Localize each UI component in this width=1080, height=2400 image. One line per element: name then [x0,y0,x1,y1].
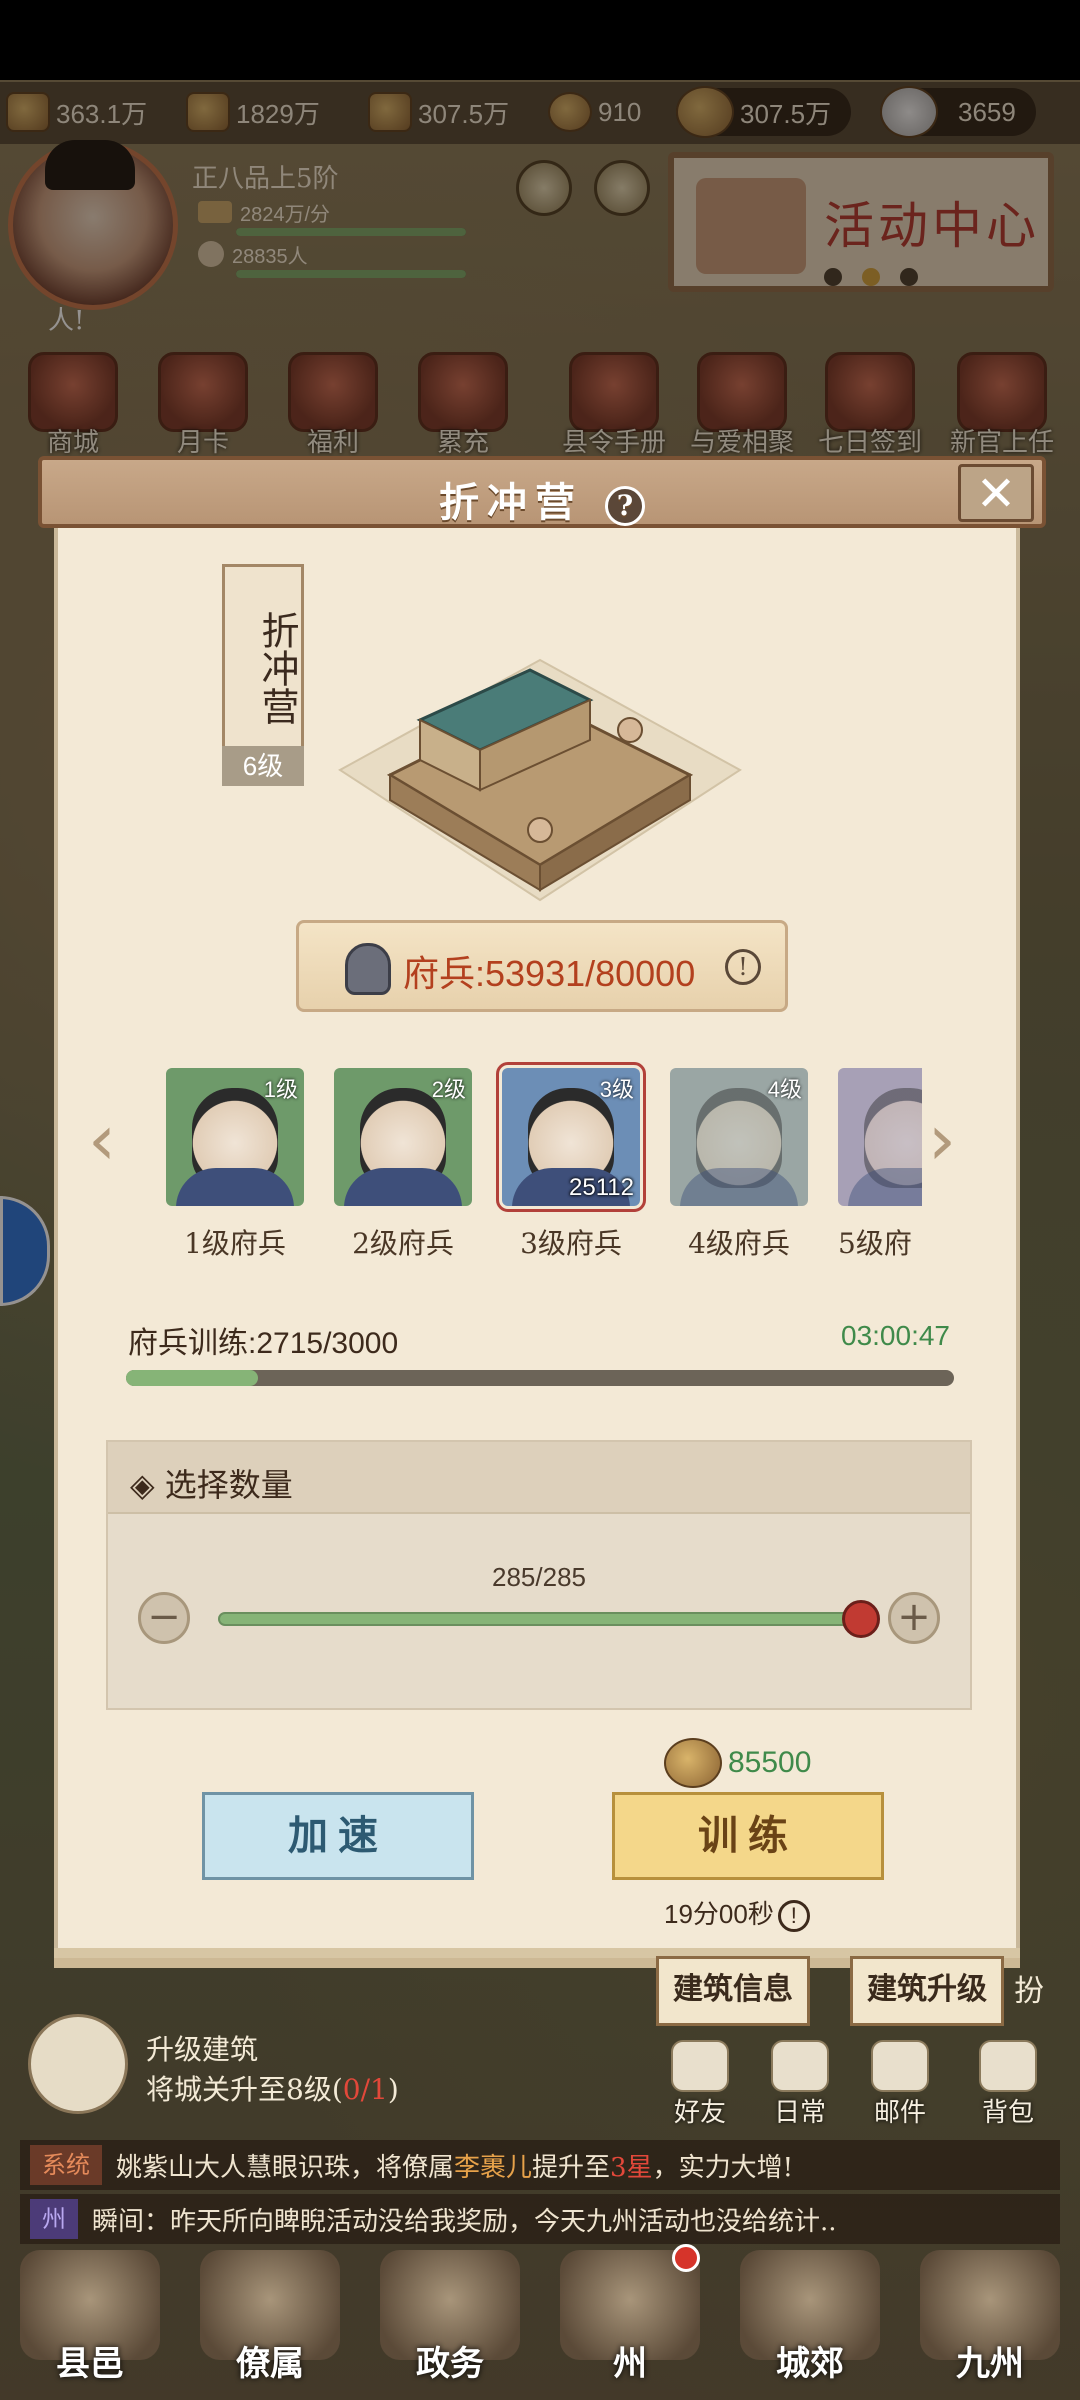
training-duration: 19分00秒! [664,1894,810,1932]
nav-nine-provinces[interactable]: 九州 [900,2250,1080,2400]
document-icon [28,2014,128,2114]
mail-button[interactable]: 邮件 [858,2040,942,2129]
barracks-building-image [338,658,742,902]
close-button[interactable]: ✕ [958,464,1034,522]
soldier-name: 1级府兵 [184,1227,286,1260]
nav-label: 城郊 [776,2344,844,2384]
train-button[interactable]: 训练 [612,1792,884,1880]
soldier-card-level-3[interactable]: 3级 25112 3级府兵 [496,1062,646,1262]
mini-icon-label: 日常 [773,2098,826,2128]
nav-label: 州 [613,2344,647,2384]
soldier-level-badge: 4级 [767,1077,802,1102]
task-title: 升级建筑 [146,2033,259,2066]
soldier-name: 4级府兵 [688,1227,790,1260]
plus-button[interactable]: + [888,1592,940,1644]
friends-button[interactable]: 好友 [658,2040,742,2129]
tab-building-upgrade[interactable]: 建筑升级 [850,1956,1004,2026]
partial-label: 扮 [1014,1974,1044,2009]
slider-handle[interactable] [842,1600,880,1638]
mail-icon [871,2040,929,2092]
nav-label: 九州 [956,2344,1024,2384]
quantity-panel: ◈ 选择数量 285/285 − + [106,1440,972,1710]
mini-icon-label: 好友 [673,2098,726,2128]
help-icon[interactable]: ? [604,486,645,526]
calendar-icon [771,2040,829,2092]
nav-label: 县邑 [56,2344,124,2384]
soldier-card-level-4[interactable]: 4级 4级府兵 [670,1068,808,1262]
building-name: 折冲营 [255,611,299,725]
soldier-name: 5级府 [838,1227,912,1260]
mini-icon-label: 背包 [981,2098,1034,2128]
quantity-value: 285/285 [492,1562,586,1592]
task-desc: 将城关升至8级(0/1) [146,2073,399,2106]
modal-title: 折冲营 ? [42,470,1042,528]
training-progress-bar [126,1370,954,1386]
chat-text: 瞬间：昨天所向睥睨活动没给我奖励，今天九州活动也没给统计.. [92,2206,837,2237]
bag-icon [979,2040,1037,2092]
chat-line-system[interactable]: 系统 姚紫山大人慧眼识珠，将僚属李裹儿提升至3星，实力大增! [20,2140,1060,2190]
bag-button[interactable]: 背包 [966,2040,1050,2129]
tab-building-info[interactable]: 建筑信息 [656,1956,810,2026]
quantity-slider[interactable] [218,1612,858,1626]
soldier-helmet-icon [345,943,391,995]
building-level: 6级 [222,746,304,786]
soldier-level-badge: 2级 [431,1077,466,1102]
modal-title-text: 折冲营 [439,479,584,526]
quantity-title: ◈ 选择数量 [130,1466,293,1504]
nav-suburbs[interactable]: 城郊 [720,2250,900,2400]
daily-button[interactable]: 日常 [758,2040,842,2129]
handshake-icon [671,2040,729,2092]
soldier-card-level-2[interactable]: 2级 2级府兵 [334,1068,472,1262]
soldier-name: 2级府兵 [352,1227,454,1260]
nav-county[interactable]: 县邑 [0,2250,180,2400]
troop-capacity-text: 府兵:53931/80000 [403,953,696,994]
soldier-card-level-5[interactable]: 5级府 [838,1068,922,1262]
info-icon[interactable]: ! [725,949,761,985]
nav-state[interactable]: 州 [540,2244,720,2400]
troop-capacity-bar: 府兵:53931/80000 ! [296,920,788,1012]
chat-tag: 州 [30,2199,78,2239]
chat-text: 姚紫山大人慧眼识珠，将僚属李裹儿提升至3星，实力大增! [116,2152,794,2183]
training-duration-text: 19分00秒 [664,1899,774,1929]
speed-up-button[interactable]: 加速 [202,1792,474,1880]
chevron-right-icon[interactable]: › [928,1105,978,1175]
soldier-count: 25112 [569,1174,634,1201]
training-progress-label: 府兵训练:2715/3000 [128,1327,399,1360]
soldier-level-badge: 3级 [599,1077,634,1102]
upgrade-task-panel[interactable]: 升级建筑 将城关升至8级(0/1) [18,2010,528,2120]
info-icon[interactable]: ! [777,1900,810,1932]
modal-header: 折冲营 ? ✕ [38,456,1046,528]
notification-badge [672,2244,700,2272]
status-bar [0,0,1080,80]
nav-subordinates[interactable]: 僚属 [180,2250,360,2400]
training-cost: 85500 [664,1738,811,1788]
building-name-plaque: 折冲营 6级 [222,564,304,786]
soldier-name: 3级府兵 [520,1227,622,1260]
nav-label: 政务 [416,2344,484,2384]
nav-affairs[interactable]: 政务 [360,2250,540,2400]
soldier-level-badge: 1级 [263,1077,298,1102]
chat-tag: 系统 [30,2145,102,2185]
mini-icon-label: 邮件 [873,2098,926,2128]
training-cost-value: 85500 [728,1746,812,1779]
chat-line-region[interactable]: 州 瞬间：昨天所向睥睨活动没给我奖励，今天九州活动也没给统计.. [20,2194,1060,2244]
money-bag-icon [664,1738,722,1788]
minus-button[interactable]: − [138,1592,190,1644]
soldier-card-level-1[interactable]: 1级 1级府兵 [166,1068,304,1262]
chevron-left-icon[interactable]: ‹ [88,1105,138,1175]
training-timer: 03:00:47 [841,1320,950,1351]
quantity-header: ◈ 选择数量 [108,1442,970,1514]
nav-label: 僚属 [236,2344,304,2384]
